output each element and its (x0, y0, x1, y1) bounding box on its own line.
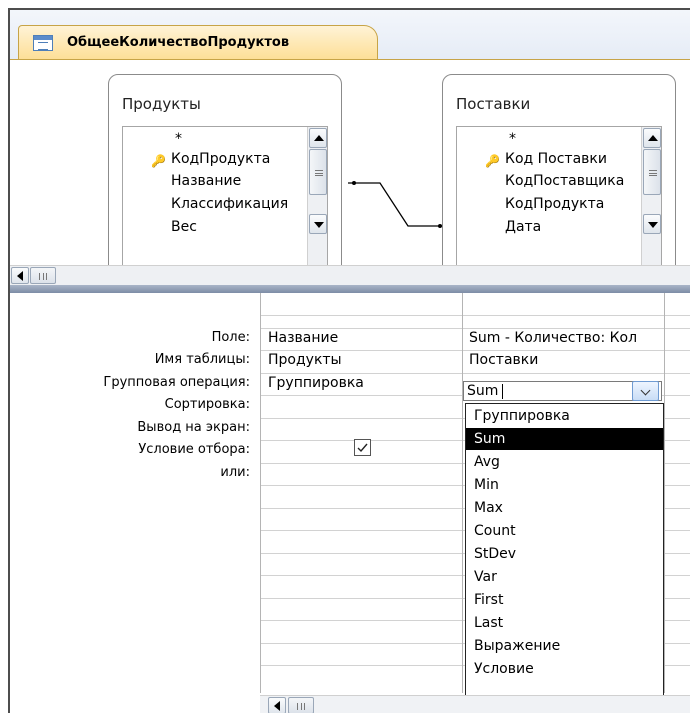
dropdown-option[interactable]: Условие (466, 658, 663, 680)
row-label-table: Имя таблицы: (154, 352, 250, 367)
row-label-total: Групповая операция: (103, 375, 250, 390)
scroll-left-button[interactable] (11, 267, 29, 284)
scroll-thumb[interactable] (288, 697, 314, 713)
scroll-up-button[interactable] (309, 128, 327, 148)
table-title: Продукты (122, 95, 201, 113)
field-list-scrollbar[interactable] (641, 127, 661, 270)
grid-hscroll-controls (260, 696, 322, 713)
document-tab-strip: ОбщееКоличествоПродуктов (10, 10, 690, 66)
scroll-down-button[interactable] (643, 214, 661, 234)
total-combobox-value: Sum (467, 383, 499, 399)
row-label-sort: Сортировка: (164, 397, 250, 412)
field-item[interactable]: Название (171, 173, 241, 189)
dropdown-option[interactable]: StDev (466, 543, 663, 565)
row-label-field: Поле: (211, 330, 250, 345)
field-item[interactable]: * (175, 131, 182, 147)
row-label-show: Вывод на экран: (137, 420, 250, 435)
query-design-window: ОбщееКоличествоПродуктов Продукты * 🔑 Ко… (8, 8, 690, 713)
field-list-scrollbar[interactable] (307, 127, 327, 270)
arrow-up-icon (648, 135, 658, 141)
pane-splitter[interactable] (10, 285, 690, 293)
dropdown-option[interactable]: Avg (466, 451, 663, 473)
field-item[interactable]: КодПродукта (505, 196, 604, 212)
grip-icon (649, 170, 657, 176)
scroll-thumb[interactable] (30, 267, 56, 284)
row-labels: Поле: Имя таблицы: Групповая операция: С… (10, 293, 258, 703)
dropdown-option[interactable]: Last (466, 612, 663, 634)
grip-icon (315, 170, 323, 176)
field-item[interactable]: * (509, 131, 516, 147)
field-item[interactable]: Код Поставки (505, 151, 607, 167)
query-table-icon (33, 34, 53, 51)
grid-hscroll[interactable] (260, 695, 690, 713)
grid-cell-field-1[interactable]: Название (268, 330, 338, 346)
table-box-deliveries[interactable]: Поставки * 🔑 Код Поставки КодПоставщика … (442, 74, 676, 271)
grid-cell-table-1[interactable]: Продукты (268, 352, 342, 368)
tables-pane: Продукты * 🔑 КодПродукта Название Класси… (10, 59, 690, 285)
arrow-up-icon (314, 135, 324, 141)
scroll-left-button[interactable] (268, 697, 286, 713)
chevron-down-icon (640, 385, 651, 396)
dropdown-option[interactable]: Min (466, 474, 663, 496)
arrow-left-icon (274, 701, 280, 711)
design-grid: Поле: Имя таблицы: Групповая операция: С… (10, 293, 690, 713)
grid-cell-field-2[interactable]: Sum - Количество: Кол (469, 330, 663, 346)
table-box-products[interactable]: Продукты * 🔑 КодПродукта Название Класси… (108, 74, 342, 271)
primary-key-icon: 🔑 (485, 154, 500, 168)
checkmark-icon (357, 443, 368, 453)
dropdown-option[interactable]: Count (466, 520, 663, 542)
row-label-or: или: (220, 465, 250, 480)
dropdown-option[interactable]: Группировка (466, 405, 663, 427)
dropdown-option[interactable]: Var (466, 566, 663, 588)
scroll-thumb[interactable] (643, 149, 661, 195)
scroll-thumb[interactable] (309, 149, 327, 195)
dropdown-option[interactable]: Max (466, 497, 663, 519)
dropdown-option-selected[interactable]: Sum (466, 428, 663, 450)
primary-key-icon: 🔑 (151, 154, 166, 168)
dropdown-button[interactable] (632, 381, 659, 401)
row-label-criteria: Условие отбора: (138, 442, 250, 457)
grip-icon (297, 703, 305, 710)
scroll-down-button[interactable] (309, 214, 327, 234)
arrow-left-icon (17, 271, 23, 281)
grid-cell-total-1[interactable]: Группировка (268, 375, 364, 391)
field-list: * 🔑 Код Поставки КодПоставщика КодПродук… (456, 126, 662, 270)
grip-icon (39, 273, 47, 280)
show-checkbox[interactable] (354, 439, 371, 456)
field-list: * 🔑 КодПродукта Название Классификация В… (122, 126, 328, 270)
total-dropdown-list: Группировка Sum Avg Min Max Count StDev … (465, 403, 664, 704)
dropdown-option[interactable]: First (466, 589, 663, 611)
tables-pane-hscroll[interactable] (10, 265, 690, 285)
field-item[interactable]: Дата (505, 219, 541, 235)
query-tab-title: ОбщееКоличествоПродуктов (67, 35, 290, 50)
scroll-up-button[interactable] (643, 128, 661, 148)
arrow-down-icon (648, 222, 658, 228)
grid-cell-table-2[interactable]: Поставки (469, 352, 538, 368)
query-tab[interactable]: ОбщееКоличествоПродуктов (18, 25, 378, 59)
text-caret (502, 384, 503, 399)
field-item[interactable]: Вес (171, 219, 197, 235)
table-title: Поставки (456, 95, 531, 113)
arrow-down-icon (314, 222, 324, 228)
dropdown-option[interactable]: Выражение (466, 635, 663, 657)
field-item[interactable]: Классификация (171, 196, 288, 212)
field-item[interactable]: КодПродукта (171, 151, 270, 167)
field-item[interactable]: КодПоставщика (505, 173, 624, 189)
